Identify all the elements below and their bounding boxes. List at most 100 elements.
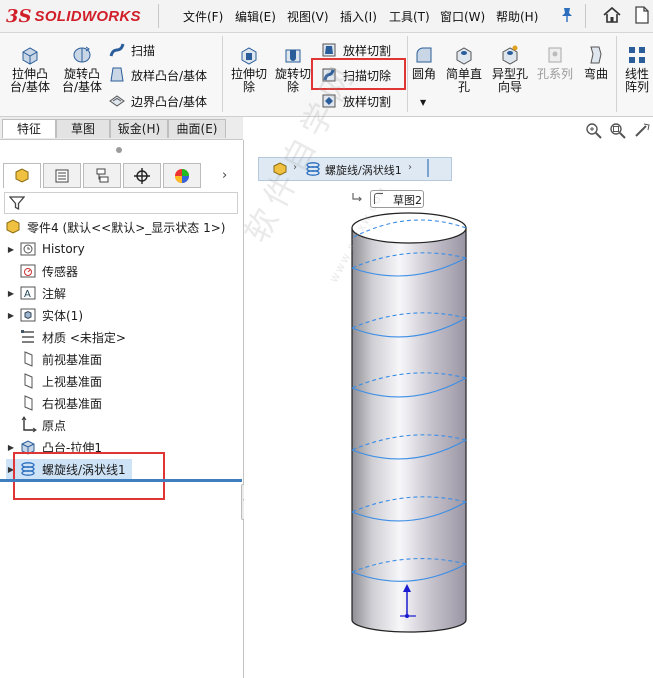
expand-icon[interactable]: ▶ <box>6 245 16 254</box>
extrude-cut-button[interactable]: 拉伸切除 <box>229 44 269 94</box>
history-icon <box>19 240 37 258</box>
simple-hole-button[interactable]: 简单直孔 <box>443 44 485 94</box>
flex-button[interactable]: 弯曲 <box>580 44 612 81</box>
tab-features[interactable]: 特征 <box>2 119 56 138</box>
annotation-icon: A <box>19 284 37 302</box>
flex-label: 弯曲 <box>583 67 608 81</box>
tree-item-label: 前视基准面 <box>42 352 103 367</box>
dimxpert-tab[interactable] <box>123 163 161 188</box>
loft-boss-button[interactable]: 放样凸台/基体 <box>108 66 207 84</box>
tree-item-label: 注解 <box>42 286 67 301</box>
new-document-icon[interactable] <box>632 5 652 25</box>
revolve-boss-icon <box>71 44 93 66</box>
linear-pattern-button[interactable]: 线性阵列 <box>621 44 653 94</box>
hole-series-button: 孔系列 <box>535 44 575 81</box>
boundary-boss-button[interactable]: 边界凸台/基体 <box>108 92 207 110</box>
fillet-button[interactable]: 圆角 <box>410 44 438 81</box>
menu-help[interactable]: 帮助(H) <box>496 8 538 25</box>
heads-up-view-toolbar <box>585 122 651 142</box>
tab-sketch[interactable]: 草图 <box>56 119 110 138</box>
tree-filter-box[interactable] <box>4 192 238 214</box>
hole-series-label: 孔系列 <box>536 67 573 81</box>
sweep-button[interactable]: 扫描 <box>108 41 155 59</box>
tree-item-sensors[interactable]: 传感器 <box>19 261 78 281</box>
extrude-cut-label: 拉伸切除 <box>230 67 267 94</box>
helix-tree-highlight <box>13 452 165 500</box>
menu-divider <box>158 4 159 28</box>
pin-icon[interactable] <box>560 7 574 23</box>
hole-wizard-button[interactable]: 异型孔向导 <box>489 44 531 94</box>
simple-hole-label: 简单直孔 <box>445 67 482 94</box>
part-icon <box>4 218 22 236</box>
configuration-manager-tab[interactable] <box>83 163 121 188</box>
tab-sheet-metal[interactable]: 钣金(H) <box>110 119 168 138</box>
fillet-dropdown-icon[interactable]: ▼ <box>420 98 426 107</box>
loft-boss-label: 放样凸台/基体 <box>131 68 208 83</box>
tree-root-part[interactable]: 零件4 (默认<<默认>_显示状态 1>) <box>4 217 225 237</box>
fillet-icon <box>413 44 435 66</box>
property-manager-icon <box>55 169 69 182</box>
material-icon <box>19 328 37 346</box>
sweep-icon <box>108 41 126 59</box>
extrude-boss-label: 拉伸凸台/基体 <box>9 67 51 94</box>
ribbon-divider <box>616 36 617 112</box>
tree-item-front-plane[interactable]: 前视基准面 <box>19 349 102 369</box>
loft-cut-label: 放样切割 <box>343 43 392 58</box>
collapse-handle[interactable] <box>116 147 122 153</box>
menu-edit[interactable]: 编辑(E) <box>235 8 276 25</box>
feature-manager-icon <box>15 168 29 183</box>
revolve-boss-button[interactable]: 旋转凸台/基体 <box>58 44 106 94</box>
hole-series-icon <box>544 44 566 66</box>
tree-item-origin[interactable]: 原点 <box>19 415 66 435</box>
tree-item-solid-bodies[interactable]: ▶ 实体(1) <box>6 305 83 325</box>
boundary-boss-icon <box>108 92 126 110</box>
revolve-cut-icon <box>282 44 304 66</box>
zoom-to-area-icon[interactable] <box>609 122 627 142</box>
tree-item-label: 原点 <box>42 418 67 433</box>
tree-item-right-plane[interactable]: 右视基准面 <box>19 393 102 413</box>
hole-wizard-icon <box>499 44 521 66</box>
expand-icon[interactable]: ▶ <box>6 311 16 320</box>
loft-boss-icon <box>108 66 126 84</box>
menu-view[interactable]: 视图(V) <box>287 8 329 25</box>
zoom-to-fit-icon[interactable] <box>585 122 603 142</box>
home-icon[interactable] <box>602 5 622 25</box>
menu-file[interactable]: 文件(F) <box>183 8 223 25</box>
plane-icon <box>19 350 37 368</box>
breadcrumb-feature-name[interactable]: 螺旋线/涡状线1 <box>325 162 402 178</box>
simple-hole-icon <box>453 44 475 66</box>
property-manager-tab[interactable] <box>43 163 81 188</box>
tree-item-history[interactable]: ▶ History <box>6 239 85 259</box>
tree-item-annotations[interactable]: ▶ A 注解 <box>6 283 66 303</box>
appearance-icon <box>175 168 189 183</box>
plane-icon <box>19 372 37 390</box>
display-manager-tab[interactable] <box>163 163 201 188</box>
breadcrumb-separator-icon: › <box>408 162 412 173</box>
crosshair-icon <box>134 167 150 184</box>
tree-item-label: 上视基准面 <box>42 374 103 389</box>
tree-item-material[interactable]: 材质 <未指定> <box>19 327 126 347</box>
plane-icon <box>19 394 37 412</box>
rollback-bar[interactable] <box>0 479 242 482</box>
menu-divider <box>585 4 586 28</box>
panel-tabs-scroll-icon[interactable]: › <box>222 168 227 183</box>
previous-view-icon[interactable] <box>633 122 651 142</box>
configuration-manager-icon <box>96 168 109 182</box>
solidworks-logo[interactable]: 3S SOLIDWORKS <box>6 4 141 28</box>
tree-item-top-plane[interactable]: 上视基准面 <box>19 371 102 391</box>
tree-root-label: 零件4 (默认<<默认>_显示状态 1>) <box>27 220 226 235</box>
tree-item-label: 材质 <未指定> <box>42 330 126 345</box>
linear-pattern-icon <box>626 44 648 66</box>
expand-icon[interactable]: ▶ <box>6 289 16 298</box>
menu-window[interactable]: 窗口(W) <box>440 8 485 25</box>
menu-insert[interactable]: 插入(I) <box>340 8 377 25</box>
feature-tree-tab[interactable] <box>3 163 41 188</box>
menu-tools[interactable]: 工具(T) <box>389 8 430 25</box>
extrude-boss-button[interactable]: 拉伸凸台/基体 <box>5 44 55 94</box>
tree-item-label: History <box>42 242 85 256</box>
filter-icon[interactable] <box>8 195 26 211</box>
sweep-label: 扫描 <box>131 43 156 58</box>
expand-icon[interactable]: ▶ <box>6 443 16 452</box>
cylinder-model[interactable] <box>340 200 480 640</box>
tab-surfaces[interactable]: 曲面(E) <box>168 119 226 138</box>
